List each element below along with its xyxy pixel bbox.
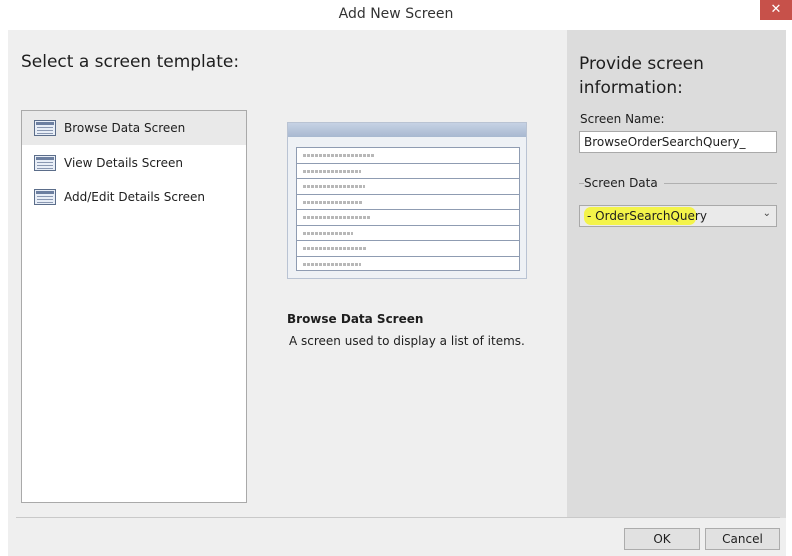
- footer-divider: [16, 517, 780, 518]
- template-heading: Select a screen template:: [21, 52, 240, 72]
- preview-header-bar: [288, 123, 526, 137]
- preview-row: [297, 241, 519, 257]
- template-item-browse-data[interactable]: Browse Data Screen: [22, 111, 246, 145]
- preview-row: [297, 179, 519, 195]
- preview-row: [297, 195, 519, 210]
- template-item-label: Add/Edit Details Screen: [64, 190, 205, 204]
- window-border-left: [0, 30, 8, 556]
- template-item-add-edit-details[interactable]: Add/Edit Details Screen: [22, 180, 246, 214]
- preview-row: [297, 148, 519, 164]
- template-item-view-details[interactable]: View Details Screen: [22, 146, 246, 180]
- preview-list: [296, 147, 520, 271]
- chevron-down-icon[interactable]: ⌄: [763, 208, 771, 219]
- cancel-button[interactable]: Cancel: [705, 528, 780, 550]
- grid-screen-icon: [34, 120, 56, 136]
- screen-info-panel: [567, 30, 786, 518]
- screen-data-label: Screen Data: [584, 176, 664, 190]
- ok-button[interactable]: OK: [624, 528, 700, 550]
- template-title: Browse Data Screen: [287, 312, 424, 326]
- close-icon[interactable]: ✕: [760, 0, 792, 20]
- template-item-label: Browse Data Screen: [64, 121, 186, 135]
- screen-data-value: - OrderSearchQuery: [587, 209, 707, 223]
- preview-row: [297, 164, 519, 179]
- window-title: Add New Screen: [338, 6, 454, 22]
- template-item-label: View Details Screen: [64, 156, 183, 170]
- screen-data-group: Screen Data: [579, 176, 777, 190]
- screen-name-label: Screen Name:: [580, 112, 665, 126]
- template-preview-image: [287, 122, 527, 279]
- details-screen-icon: [34, 155, 56, 171]
- template-description: A screen used to display a list of items…: [289, 334, 525, 348]
- window-border-right: [786, 30, 792, 556]
- screen-name-input[interactable]: BrowseOrderSearchQuery_: [579, 131, 777, 153]
- preview-row: [297, 257, 519, 273]
- title-bar: Add New Screen ✕: [0, 0, 792, 30]
- template-list[interactable]: Browse Data Screen View Details Screen A…: [21, 110, 247, 503]
- screen-data-dropdown[interactable]: - OrderSearchQuery ⌄: [579, 205, 777, 227]
- screen-info-heading: Provide screen information:: [579, 54, 704, 98]
- preview-row: [297, 226, 519, 241]
- edit-screen-icon: [34, 189, 56, 205]
- preview-row: [297, 210, 519, 226]
